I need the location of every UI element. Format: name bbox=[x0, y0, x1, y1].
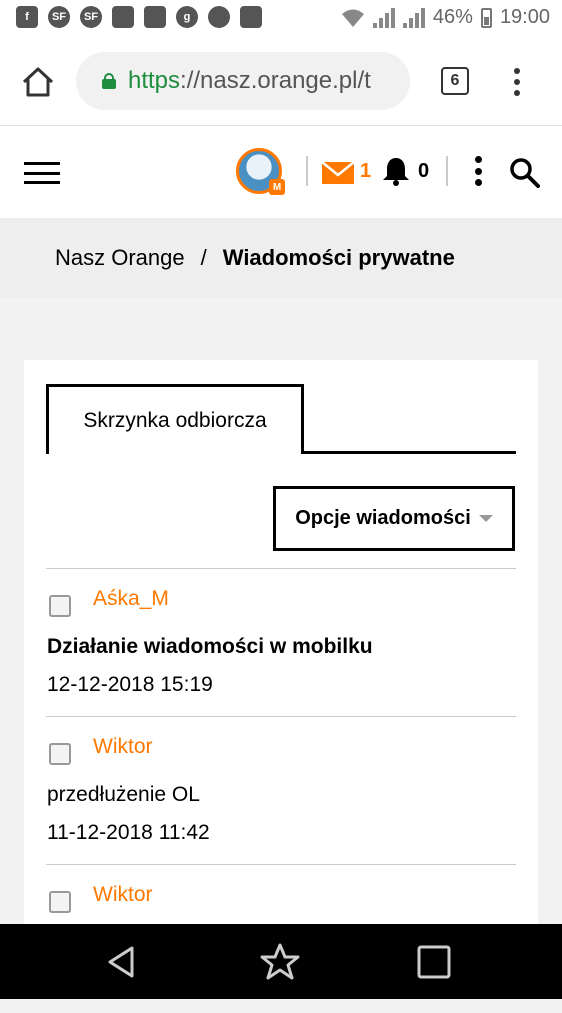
tab-switcher-button[interactable]: 6 bbox=[441, 67, 469, 95]
inbox-tabs: Skrzynka odbiorcza bbox=[46, 384, 516, 454]
recents-icon[interactable] bbox=[414, 942, 454, 982]
tab-inbox[interactable]: Skrzynka odbiorcza bbox=[46, 384, 304, 454]
url-text[interactable]: https://nasz.orange.pl/t bbox=[128, 67, 390, 95]
browser-toolbar: https://nasz.orange.pl/t 6 bbox=[0, 40, 562, 126]
message-subject[interactable]: Działanie wiadomości w mobilku bbox=[47, 635, 373, 659]
search-icon[interactable] bbox=[508, 156, 540, 188]
divider bbox=[446, 156, 448, 186]
rank-badge: M bbox=[269, 179, 285, 195]
tab-underline bbox=[304, 451, 516, 454]
sf-icon: SF bbox=[48, 6, 70, 28]
message-date: 11-12-2018 11:42 bbox=[47, 821, 210, 844]
battery-icon bbox=[480, 7, 492, 28]
mail-icon[interactable] bbox=[322, 162, 354, 184]
wifi-icon bbox=[341, 9, 364, 27]
message-date: 12-12-2018 15:19 bbox=[47, 673, 213, 696]
signal-icon bbox=[402, 7, 425, 28]
app-icon bbox=[144, 6, 166, 28]
back-icon[interactable] bbox=[102, 942, 142, 982]
avatar[interactable]: M bbox=[236, 148, 285, 195]
inbox-card: Skrzynka odbiorcza Opcje wiadomości Aśka… bbox=[24, 360, 538, 960]
message-row[interactable]: Wiktor przedłużenie OL 11-12-2018 11:42 bbox=[46, 716, 516, 865]
caret-down-icon bbox=[478, 515, 493, 522]
notification-icons: f SF SF g bbox=[16, 6, 262, 28]
bell-icon[interactable] bbox=[382, 156, 410, 186]
messenger-icon bbox=[208, 6, 230, 28]
facebook-icon: f bbox=[16, 6, 38, 28]
message-options-dropdown[interactable]: Opcje wiadomości bbox=[273, 486, 515, 551]
breadcrumb-separator: / bbox=[200, 245, 207, 270]
browser-menu-icon[interactable] bbox=[512, 68, 522, 96]
app-icon bbox=[240, 6, 262, 28]
battery-percent: 46% bbox=[432, 6, 473, 28]
message-subject[interactable]: przedłużenie OL bbox=[47, 783, 200, 807]
signal-icon bbox=[372, 7, 395, 28]
message-sender[interactable]: Aśka_M bbox=[93, 587, 169, 611]
page-title: Wiadomości prywatne bbox=[222, 245, 455, 270]
app-icon bbox=[112, 6, 134, 28]
hamburger-menu-icon[interactable] bbox=[24, 162, 60, 184]
select-checkbox[interactable] bbox=[49, 595, 71, 617]
select-checkbox[interactable] bbox=[49, 891, 71, 913]
address-bar[interactable]: https://nasz.orange.pl/t bbox=[76, 52, 410, 110]
breadcrumb-home-link[interactable]: Nasz Orange bbox=[55, 245, 185, 271]
message-options-label: Opcje wiadomości bbox=[295, 507, 471, 529]
status-bar: f SF SF g 46% 19:00 bbox=[0, 0, 562, 40]
lock-icon bbox=[102, 73, 116, 89]
message-sender[interactable]: Wiktor bbox=[93, 883, 153, 907]
g-icon: g bbox=[176, 6, 198, 28]
home-icon[interactable] bbox=[20, 64, 56, 100]
clock: 19:00 bbox=[499, 6, 550, 28]
divider bbox=[306, 156, 308, 186]
site-header: M 1 0 bbox=[0, 126, 562, 218]
notification-count[interactable]: 0 bbox=[418, 160, 429, 183]
more-options-icon[interactable] bbox=[474, 156, 482, 186]
message-row[interactable]: Aśka_M Działanie wiadomości w mobilku 12… bbox=[46, 568, 516, 717]
system-indicators: 46% 19:00 bbox=[341, 6, 550, 29]
breadcrumb: Nasz Orange / Wiadomości prywatne bbox=[0, 218, 562, 298]
select-checkbox[interactable] bbox=[49, 743, 71, 765]
mail-count[interactable]: 1 bbox=[360, 160, 371, 183]
system-nav-bar bbox=[0, 924, 562, 999]
sf-icon: SF bbox=[80, 6, 102, 28]
star-icon[interactable] bbox=[260, 942, 300, 982]
message-sender[interactable]: Wiktor bbox=[93, 735, 153, 759]
